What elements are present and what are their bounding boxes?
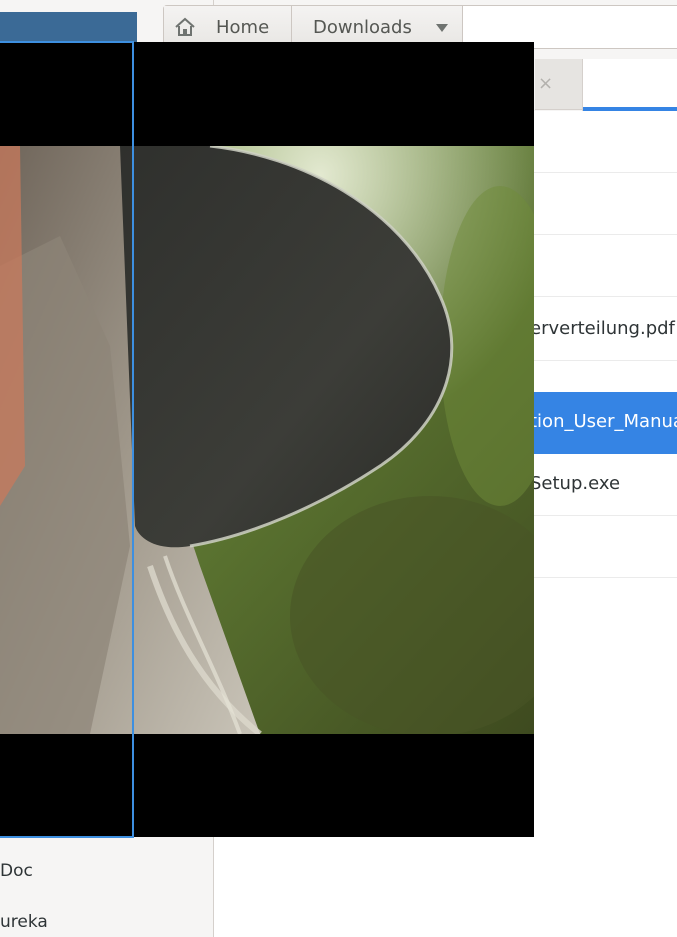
sidebar-item-label: ureka	[0, 912, 48, 932]
sidebar-selected-item[interactable]	[0, 12, 137, 42]
pan-down-icon[interactable]	[436, 24, 448, 32]
path-downloads-label: Downloads	[313, 16, 412, 38]
sidebar-item-documents[interactable]: Doc	[0, 861, 33, 881]
sidebar-item-eureka[interactable]: ureka	[0, 912, 48, 932]
sidebar-item-label: Doc	[0, 861, 33, 881]
tab-active[interactable]	[582, 59, 677, 111]
file-name: tion_User_Manua	[530, 411, 677, 432]
file-name: erverteilung.pdf	[530, 318, 675, 339]
video-player-window[interactable]	[0, 42, 534, 837]
tab-inactive[interactable]: ×	[535, 59, 582, 110]
path-home-label: Home	[216, 16, 270, 38]
video-frame[interactable]	[0, 146, 534, 734]
close-icon[interactable]: ×	[538, 73, 553, 94]
video-still-image	[0, 146, 534, 734]
tab-bar: ×	[535, 59, 677, 111]
file-name: Setup.exe	[530, 473, 621, 494]
home-icon	[175, 17, 195, 36]
